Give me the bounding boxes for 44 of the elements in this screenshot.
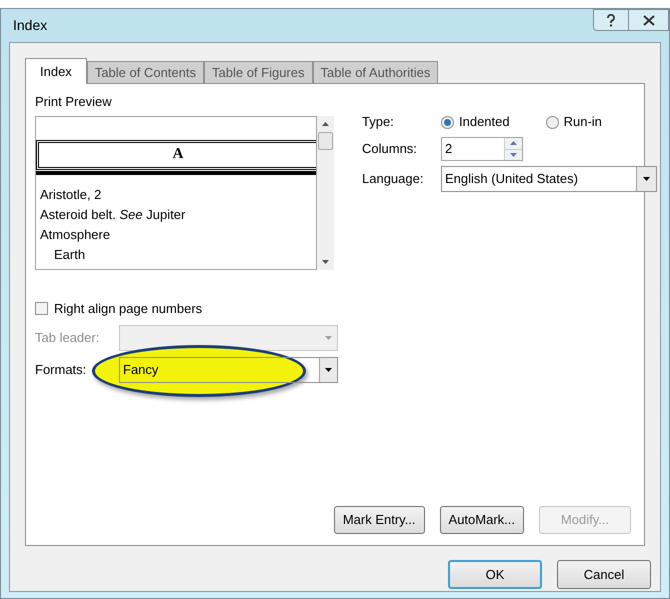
columns-spinner[interactable]: 2 bbox=[441, 137, 523, 161]
dropdown-caret-icon[interactable] bbox=[325, 368, 332, 372]
columns-value: 2 bbox=[445, 140, 452, 158]
formats-label: Formats: bbox=[35, 361, 88, 380]
tab[interactable]: Index bbox=[25, 58, 87, 84]
type-label: Type: bbox=[362, 113, 395, 132]
columns-label: Columns: bbox=[362, 140, 418, 158]
radio-button[interactable] bbox=[546, 116, 559, 128]
window-title: Index bbox=[13, 16, 48, 35]
help-icon bbox=[606, 14, 616, 26]
tab-action-button[interactable]: Mark Entry... bbox=[334, 506, 425, 534]
index-entry: Asteroid belt. See Jupiter bbox=[39, 206, 186, 224]
tab[interactable]: Table of Contents bbox=[86, 61, 204, 83]
tab-leader-label: Tab leader: bbox=[35, 329, 100, 348]
formats-value: Fancy bbox=[123, 361, 158, 380]
language-value: English (United States) bbox=[445, 170, 578, 188]
dialog-button[interactable]: OK bbox=[448, 560, 542, 589]
print-preview-label: Print Preview bbox=[35, 93, 113, 111]
tab[interactable]: Table of Authorities bbox=[312, 61, 438, 83]
scrollbar[interactable] bbox=[317, 116, 334, 270]
language-label: Language: bbox=[362, 170, 424, 188]
index-entry: Earth bbox=[53, 246, 86, 264]
dropdown-caret-icon[interactable] bbox=[643, 177, 650, 181]
checkbox[interactable] bbox=[35, 302, 48, 315]
formats-dropdown[interactable]: Fancy bbox=[119, 357, 338, 383]
index-entry: Atmosphere bbox=[39, 226, 112, 244]
dialog-button[interactable]: Cancel bbox=[557, 560, 651, 589]
scroll-thumb[interactable] bbox=[318, 132, 333, 150]
index-entry: Aristotle, 2 bbox=[39, 186, 102, 204]
radio-button[interactable] bbox=[441, 116, 454, 128]
tab[interactable]: Table of Figures bbox=[204, 61, 312, 83]
tab-action-button[interactable]: AutoMark... bbox=[440, 506, 524, 534]
radio-label: Indented bbox=[459, 113, 510, 132]
scroll-up-icon bbox=[322, 122, 329, 126]
spin-down-icon[interactable] bbox=[510, 152, 517, 157]
checkbox-label: Right align page numbers bbox=[54, 300, 202, 318]
language-dropdown[interactable]: English (United States) bbox=[441, 166, 657, 192]
scroll-down-icon bbox=[322, 260, 329, 264]
spin-up-icon[interactable] bbox=[510, 141, 517, 146]
tab-leader-dropdown[interactable] bbox=[119, 325, 338, 351]
close-icon bbox=[642, 14, 654, 26]
close-button[interactable] bbox=[629, 9, 669, 31]
radio-label: Run-in bbox=[564, 113, 602, 132]
help-button[interactable] bbox=[593, 9, 629, 31]
